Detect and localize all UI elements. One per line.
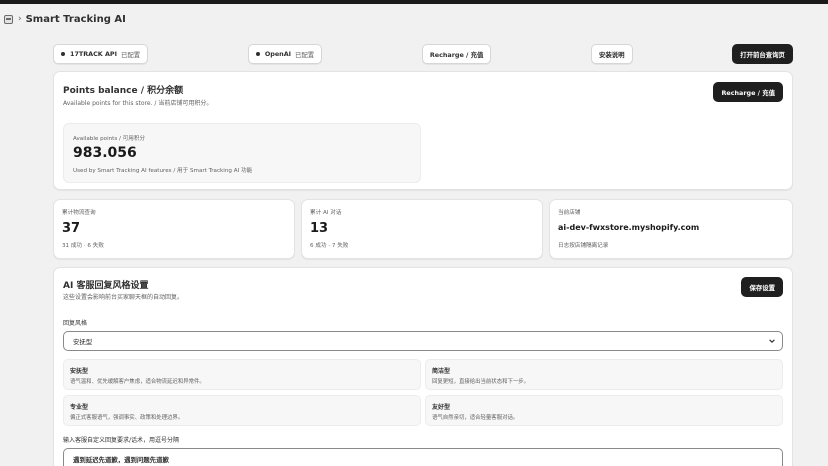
points-title: Points balance / 积分余额 xyxy=(63,86,184,96)
style-option-name: 简洁型 xyxy=(432,368,451,375)
stat-note: 6 成功 · 7 失败 xyxy=(310,243,349,249)
custom-reply-label: 输入客服自定义回复要求/话术，用逗号分隔 xyxy=(63,437,180,444)
stat-card-store: 当前店铺 ai-dev-fwxstore.myshopify.com 日志按店铺… xyxy=(549,199,793,259)
install-guide-button[interactable]: 安装说明 xyxy=(591,44,633,64)
style-option-name: 安抚型 xyxy=(70,368,89,375)
reply-style-select[interactable]: 安抚型 xyxy=(63,331,783,351)
reply-style-selected: 安抚型 xyxy=(73,337,93,346)
available-points-value: 983.056 xyxy=(73,145,137,161)
style-option-soothing[interactable]: 安抚型 语气温和、优先缓解客户焦虑，适合物流延迟和异常件。 xyxy=(63,359,421,390)
open-frontend-button[interactable]: 打开前台查询页 xyxy=(732,44,793,64)
available-points-label: Available points / 可用积分 xyxy=(73,136,146,142)
stat-label: 累计物流查询 xyxy=(62,210,96,216)
toolbar: 17TRACK API 已配置 OpenAI 已配置 Recharge / 充值… xyxy=(53,43,793,65)
style-option-friendly[interactable]: 友好型 语气自然亲切，适合轻量客服对话。 xyxy=(425,395,783,426)
ai-style-subtitle: 这些设置会影响前台买家聊天框的自动回复。 xyxy=(63,294,184,301)
ai-style-card: AI 客服回复风格设置 这些设置会影响前台买家聊天框的自动回复。 保存设置 回复… xyxy=(53,267,793,466)
status-badge-state: 已配置 xyxy=(121,50,141,59)
recharge-button[interactable]: Recharge / 充值 xyxy=(713,82,783,102)
style-option-desc: 回复更短，直接给出当前状态和下一步。 xyxy=(432,379,530,385)
stat-label: 累计 AI 对话 xyxy=(310,210,342,216)
status-badge-label: OpenAI xyxy=(264,50,292,58)
stat-note: 31 成功 · 6 失败 xyxy=(62,243,104,249)
chevron-down-icon xyxy=(769,339,775,343)
style-option-name: 友好型 xyxy=(432,404,451,411)
style-option-desc: 偏正式客服语气，强调事实、政策和处理边界。 xyxy=(70,415,184,421)
reply-style-label: 回复风格 xyxy=(63,320,88,327)
status-badge-label: 17TRACK API xyxy=(70,50,117,58)
status-dot-icon xyxy=(61,52,65,56)
status-badge-state: 已配置 xyxy=(295,50,315,59)
stat-card-ai-chat: 累计 AI 对话 13 6 成功 · 7 失败 xyxy=(301,199,543,259)
status-badge-openai: OpenAI 已配置 xyxy=(247,44,323,64)
points-subtitle: Available points for this store. / 当前店铺可… xyxy=(63,100,213,107)
stat-card-tracking: 累计物流查询 37 31 成功 · 6 失败 xyxy=(53,199,295,259)
style-option-name: 专业型 xyxy=(70,404,89,411)
style-option-concise[interactable]: 简洁型 回复更短，直接给出当前状态和下一步。 xyxy=(425,359,783,390)
style-option-professional[interactable]: 专业型 偏正式客服语气，强调事实、政策和处理边界。 xyxy=(63,395,421,426)
style-option-desc: 语气温和、优先缓解客户焦虑，适合物流延迟和异常件。 xyxy=(70,379,205,385)
status-dot-icon xyxy=(255,52,260,56)
points-card: Points balance / 积分余额 Available points f… xyxy=(53,71,793,190)
recharge-button-top[interactable]: Recharge / 充值 xyxy=(421,44,492,64)
store-domain: ai-dev-fwxstore.myshopify.com xyxy=(558,223,700,232)
save-settings-button[interactable]: 保存设置 xyxy=(741,277,783,297)
page-title: Smart Tracking AI xyxy=(25,13,126,25)
stat-note: 日志按店铺隔离记录 xyxy=(558,243,609,249)
available-points-note: Used by Smart Tracking AI features / 用于 … xyxy=(73,168,253,174)
main-content: 17TRACK API 已配置 OpenAI 已配置 Recharge / 充值… xyxy=(53,43,793,466)
breadcrumb-separator: › xyxy=(18,14,22,24)
ai-style-title: AI 客服回复风格设置 xyxy=(63,281,149,291)
custom-reply-textarea[interactable]: 遇到延迟先道歉，遇到问题先道歉 xyxy=(63,448,783,466)
app-header: › Smart Tracking AI xyxy=(0,4,828,34)
app-icon xyxy=(4,14,13,24)
available-points-box: Available points / 可用积分 983.056 Used by … xyxy=(63,123,421,183)
stat-value: 13 xyxy=(310,221,329,236)
stat-value: 37 xyxy=(62,221,81,236)
stat-label: 当前店铺 xyxy=(558,210,581,216)
status-badge-17track: 17TRACK API 已配置 xyxy=(53,44,149,64)
style-option-desc: 语气自然亲切，适合轻量客服对话。 xyxy=(432,415,519,421)
